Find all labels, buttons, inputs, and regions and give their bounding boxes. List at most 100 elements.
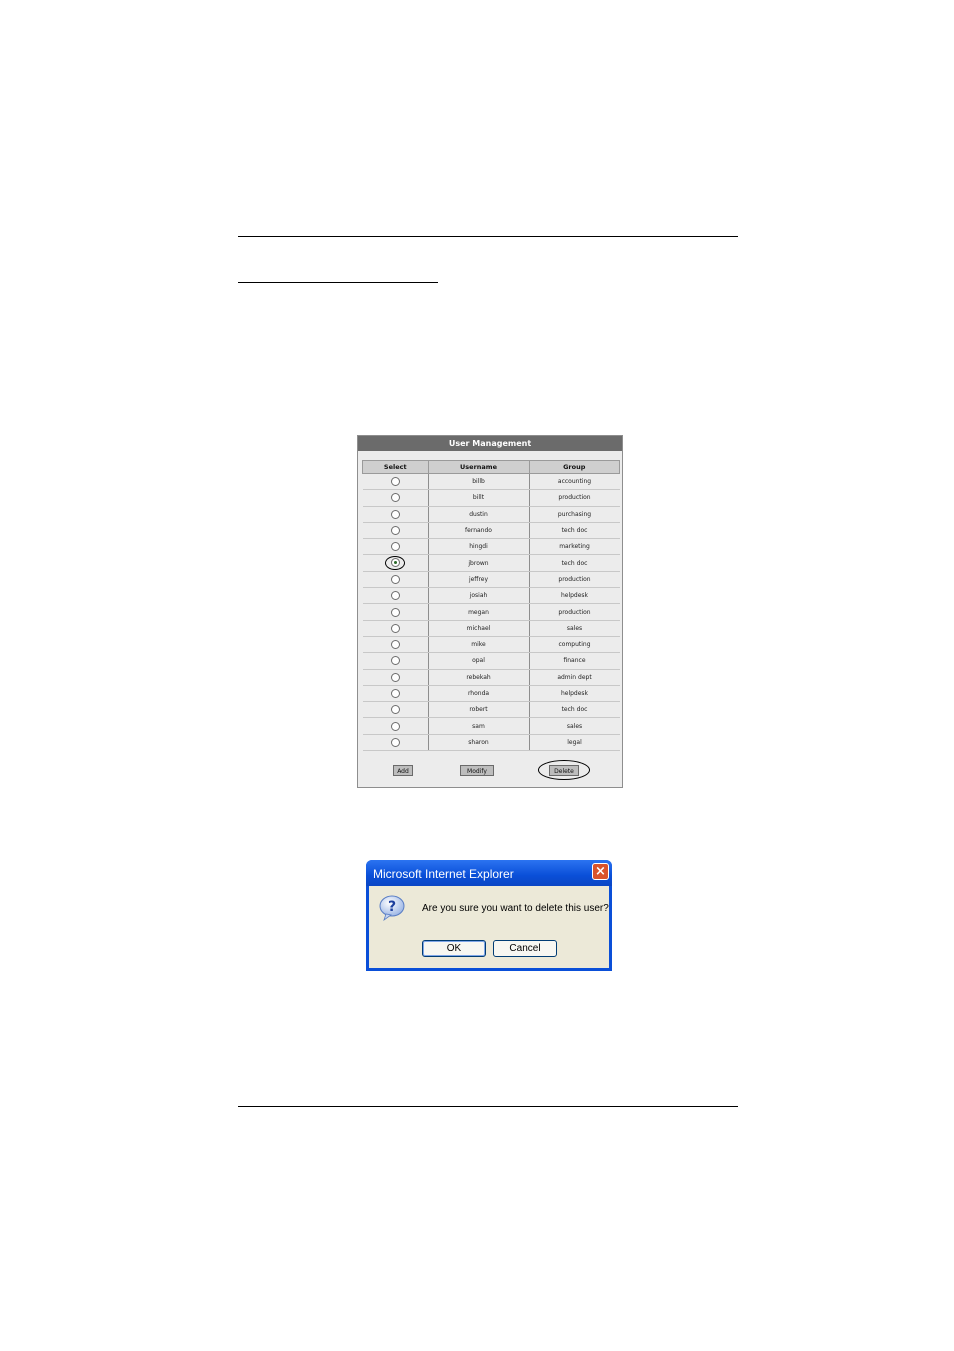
group-cell: accounting [529,473,620,491]
username-cell: billb [428,473,530,491]
select-radio[interactable] [390,591,400,601]
select-cell [362,685,429,703]
group-cell: helpdesk [529,685,620,703]
select-radio[interactable] [390,672,400,682]
ok-button[interactable]: OK [422,940,486,957]
select-radio[interactable] [390,737,400,747]
table-row[interactable]: jeffrey production [362,571,620,589]
select-cell [362,652,429,670]
group-cell: marketing [529,538,620,556]
select-cell [362,554,429,572]
select-radio[interactable] [390,656,400,666]
svg-text:?: ? [388,899,396,915]
table-row[interactable]: billb accounting [362,473,620,491]
username-cell: megan [428,603,530,621]
table-row[interactable]: megan production [362,603,620,621]
table-row[interactable]: fernando tech doc [362,522,620,540]
bottom-rule [238,1106,738,1107]
table-row[interactable]: robert tech doc [362,701,620,719]
table-row[interactable]: rhonda helpdesk [362,685,620,703]
select-cell [362,489,429,507]
select-radio[interactable] [390,721,400,731]
top-rule [238,236,738,237]
cancel-button[interactable]: Cancel [493,940,557,957]
select-radio[interactable] [390,689,400,698]
select-radio[interactable] [390,623,400,633]
username-cell: jbrown [428,554,530,572]
username-cell: hingdi [428,538,530,556]
group-cell: production [529,571,620,589]
table-row[interactable]: josiah helpdesk [362,587,620,605]
table-row[interactable]: sharon legal [362,734,620,752]
section-underline [238,282,438,283]
group-cell: computing [529,636,620,654]
select-cell [362,587,429,605]
selected-highlight-circle [385,556,405,571]
user-management-panel: User Management Select Username Group bi… [357,435,623,788]
username-cell: jeffrey [428,571,530,589]
group-cell: finance [529,652,620,670]
username-cell: rhonda [428,685,530,703]
table-row[interactable]: rebekah admin dept [362,669,620,686]
group-cell: purchasing [529,506,620,523]
group-cell: helpdesk [529,587,620,605]
header-select: Select [362,460,429,474]
username-cell: rebekah [428,669,530,686]
table-row[interactable]: jbrown tech doc [362,554,620,572]
table-row[interactable]: mike computing [362,636,620,654]
group-cell: sales [529,717,620,735]
dialog-titlebar: Microsoft Internet Explorer [366,860,612,886]
select-radio[interactable] [390,526,400,536]
select-cell [362,506,429,523]
select-radio[interactable] [390,509,400,519]
username-cell: josiah [428,587,530,605]
username-cell: fernando [428,522,530,540]
group-cell: legal [529,734,620,752]
select-radio[interactable] [390,574,400,584]
username-cell: robert [428,701,530,719]
select-cell [362,669,429,686]
modify-button[interactable]: Modify [460,765,494,776]
user-table: Select Username Group billb accounting bil… [362,460,620,752]
group-cell: tech doc [529,522,620,540]
header-group: Group [528,460,620,474]
table-row[interactable]: billt production [362,489,620,507]
group-cell: admin dept [529,669,620,686]
select-cell [362,701,429,719]
select-radio[interactable] [390,640,400,650]
group-cell: sales [529,620,620,637]
panel-title: User Management [358,436,622,451]
table-row[interactable]: dustin purchasing [362,506,620,523]
select-radio[interactable] [390,607,400,617]
select-cell [362,636,429,654]
group-cell: production [529,489,620,507]
dialog-body: ? Are you sure you want to delete this u… [369,886,609,968]
table-row[interactable]: michael sales [362,620,620,637]
username-cell: sharon [428,734,530,752]
select-cell [362,603,429,621]
group-cell: tech doc [529,701,620,719]
question-icon: ? [379,895,405,921]
select-radio[interactable] [390,542,400,552]
select-cell [362,620,429,637]
table-row[interactable]: hingdi marketing [362,538,620,556]
select-radio[interactable] [390,558,400,568]
confirm-dialog: Microsoft Internet Explorer × ? Are you … [366,860,612,971]
username-cell: dustin [428,506,530,523]
select-cell [362,734,429,752]
header-username: Username [427,460,530,474]
table-row[interactable]: sam sales [362,717,620,735]
delete-highlight-circle [538,760,590,780]
select-radio[interactable] [390,477,400,487]
select-cell [362,473,429,491]
select-radio[interactable] [390,493,400,503]
add-button[interactable]: Add [393,765,413,776]
select-cell [362,522,429,540]
select-radio[interactable] [390,705,400,715]
close-icon[interactable]: × [592,863,609,880]
table-header-row: Select Username Group [362,460,620,474]
select-cell [362,538,429,556]
select-cell [362,717,429,735]
username-cell: billt [428,489,530,507]
table-row[interactable]: opal finance [362,652,620,670]
